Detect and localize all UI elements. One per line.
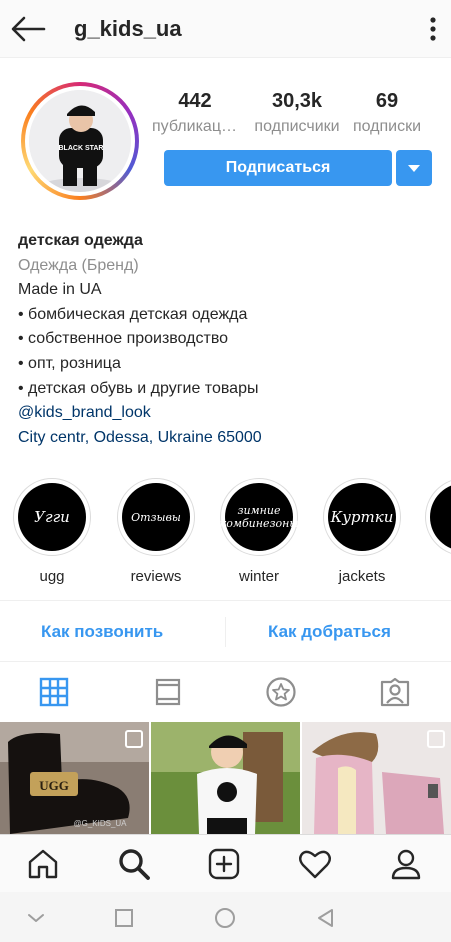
followers-count: 30,3k [271, 90, 323, 112]
profile-username: g_kids_ua [74, 16, 182, 41]
post-thumbnail[interactable] [302, 722, 451, 834]
profile-bio: детская одежда Одежда (Бренд) Made in UA… [18, 229, 438, 450]
bio-address-link[interactable]: City centr, Odessa, Ukraine 65000 [18, 426, 438, 451]
call-button[interactable]: Как позвонить [41, 601, 163, 663]
back-arrow-icon[interactable] [10, 14, 46, 44]
new-post-icon[interactable] [207, 847, 241, 881]
post-watermark: @G_KIDS_UA [73, 819, 127, 828]
bio-line: • собственное производство [18, 330, 229, 348]
follow-button[interactable]: Подписаться [164, 150, 392, 186]
posts-grid: UGG @G_KIDS_UA [0, 722, 451, 834]
back-triangle-icon[interactable] [314, 906, 338, 930]
highlight-label: jackets [338, 568, 386, 585]
contact-bar: Как позвонить Как добраться [0, 600, 451, 662]
highlight-label: ugg [39, 568, 65, 585]
profile-icon[interactable] [389, 847, 423, 881]
followers-label: подписчики [254, 118, 340, 135]
avatar: BLACK STAR [29, 90, 131, 192]
hide-keyboard-chevron-icon[interactable] [24, 906, 48, 930]
suggestions-dropdown-button[interactable] [396, 150, 432, 186]
post-thumbnail[interactable] [151, 722, 300, 834]
bottom-navigation [0, 834, 451, 892]
profile-view-tabs [0, 662, 451, 722]
bio-line: • опт, розница [18, 354, 121, 372]
profile-full-name: детская одежда [18, 232, 143, 249]
stat-following[interactable]: 69 подписки [344, 88, 430, 140]
highlight-cover: Отзывы [122, 483, 190, 551]
highlight-winter[interactable]: зимние комбинезоны winter [219, 478, 299, 585]
avatar-story-ring[interactable]: BLACK STAR [21, 82, 139, 200]
feed-view-icon[interactable] [152, 676, 184, 708]
recent-apps-icon[interactable] [112, 906, 136, 930]
highlight-label: reviews [130, 568, 182, 585]
stat-followers[interactable]: 30,3k подписчики [254, 88, 340, 140]
avatar-shirt-text: BLACK STAR [59, 145, 104, 152]
highlight-ugg[interactable]: Угги ugg [12, 478, 92, 585]
post-thumbnail[interactable]: UGG @G_KIDS_UA [0, 722, 149, 834]
following-label: подписки [352, 118, 422, 135]
highlight-cover: зимние комбинезоны [220, 483, 298, 551]
top-bar: g_kids_ua [0, 0, 451, 58]
bio-line: • детская обувь и другие товары [18, 379, 259, 397]
bio-mention-link[interactable]: @kids_brand_look [18, 401, 438, 426]
more-options-icon[interactable] [429, 16, 437, 42]
highlight-jackets[interactable]: Куртки jackets [322, 478, 402, 585]
bio-line: • бомбическая детская одежда [18, 305, 248, 323]
search-icon[interactable] [117, 847, 151, 881]
highlight-label: winter [238, 568, 279, 585]
grid-view-icon[interactable] [38, 676, 70, 708]
posts-label: публикации [152, 118, 238, 135]
highlight-label: dr [424, 568, 451, 585]
home-circle-icon[interactable] [213, 906, 237, 930]
bio-line: Made in UA [18, 281, 102, 299]
profile-category: Одежда (Бренд) [18, 256, 139, 274]
posts-count: 442 [178, 90, 212, 112]
highlight-reviews[interactable]: Отзывы reviews [116, 478, 196, 585]
featured-star-icon[interactable] [265, 676, 297, 708]
system-navigation-bar [0, 892, 451, 942]
chevron-down-icon [408, 165, 420, 172]
multiple-photos-icon [125, 730, 143, 748]
following-count: 69 [375, 90, 399, 112]
highlight-cover: П [430, 483, 451, 551]
story-highlights: Угги ugg Отзывы reviews зимние комбинезо… [0, 478, 451, 588]
highlight-partial[interactable]: П dr [424, 478, 451, 585]
activity-heart-icon[interactable] [298, 847, 332, 881]
stat-posts[interactable]: 442 публикации [152, 88, 238, 140]
divider [225, 617, 226, 647]
tagged-photos-icon[interactable] [379, 676, 411, 708]
directions-button[interactable]: Как добраться [268, 601, 391, 663]
post-brand-label: UGG [39, 778, 69, 793]
multiple-photos-icon [427, 730, 445, 748]
highlight-cover: Угги [18, 483, 86, 551]
home-icon[interactable] [26, 847, 60, 881]
highlight-cover: Куртки [328, 483, 396, 551]
